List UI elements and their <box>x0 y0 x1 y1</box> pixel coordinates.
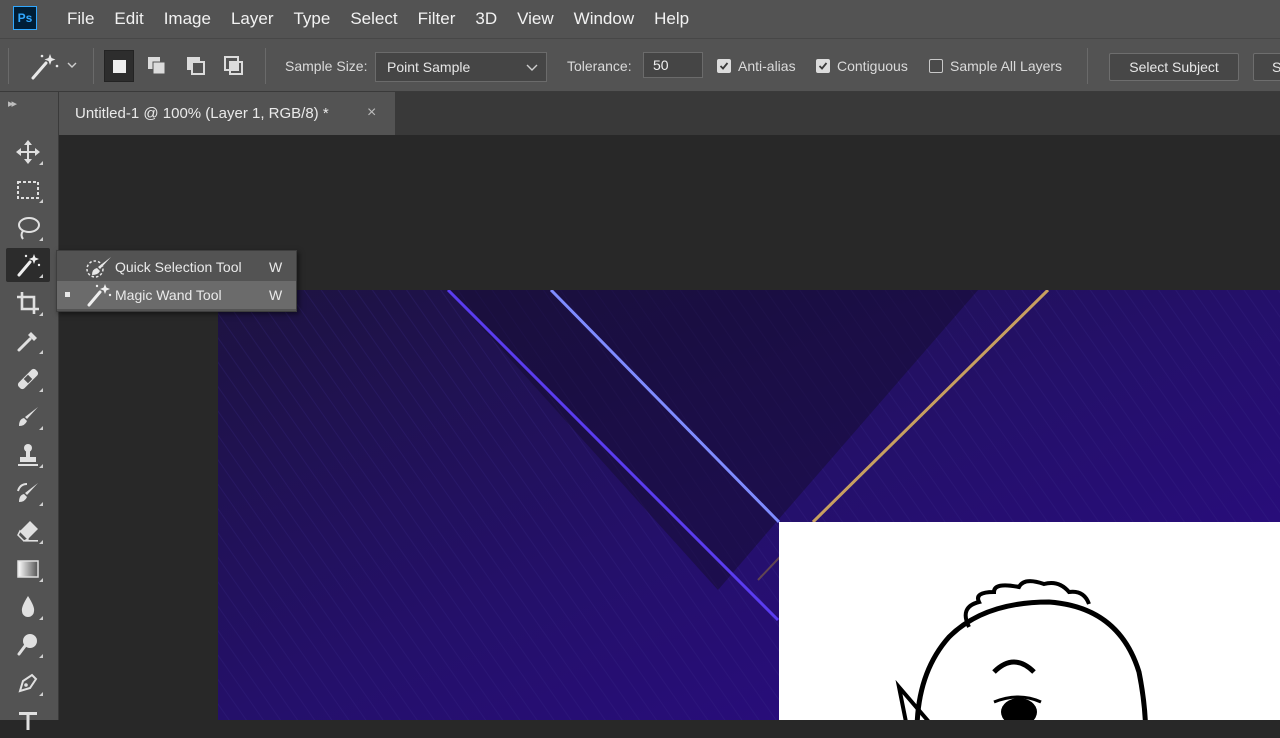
selected-bullet-icon <box>65 292 70 297</box>
tool-clone-stamp[interactable] <box>6 438 50 472</box>
eraser-icon <box>17 521 38 542</box>
menu-window[interactable]: Window <box>564 0 644 38</box>
magic-wand-icon <box>31 54 77 80</box>
anti-alias-checkbox[interactable] <box>717 59 731 73</box>
menu-edit[interactable]: Edit <box>104 0 153 38</box>
tool-history-brush[interactable] <box>6 476 50 510</box>
flyout-item-shortcut: W <box>269 287 283 303</box>
sample-size-value: Point Sample <box>387 59 471 75</box>
type-icon <box>19 712 37 730</box>
options-bar: Sample Size: Point Sample Tolerance: 50 … <box>0 38 1280 92</box>
checkmark-icon <box>818 62 828 70</box>
menu-bar: Ps File Edit Image Layer Type Select Fil… <box>0 0 1280 38</box>
tool-preset-picker[interactable] <box>28 51 82 81</box>
flyout-item-magic-wand[interactable]: Magic Wand Tool W <box>57 281 296 309</box>
brush-icon <box>19 407 38 426</box>
select-subject-button[interactable]: Select Subject <box>1109 53 1239 81</box>
magic-wand-icon <box>17 254 41 277</box>
character-artwork <box>779 522 1280 720</box>
menu-select[interactable]: Select <box>340 0 407 38</box>
photoshop-logo[interactable]: Ps <box>13 6 37 30</box>
pen-icon <box>18 673 38 693</box>
crop-icon <box>17 292 39 314</box>
tolerance-label: Tolerance: <box>567 58 632 74</box>
tool-flyout-menu: Quick Selection Tool W Magic Wand Tool W <box>56 250 297 312</box>
tool-lasso[interactable] <box>6 211 50 245</box>
menu-view[interactable]: View <box>507 0 564 38</box>
document-tab[interactable]: Untitled-1 @ 100% (Layer 1, RGB/8) * × <box>59 92 395 135</box>
tool-eyedropper[interactable] <box>6 324 50 358</box>
flyout-item-quick-selection[interactable]: Quick Selection Tool W <box>57 253 296 281</box>
menu-file[interactable]: File <box>57 0 104 38</box>
tool-pen[interactable] <box>6 666 50 700</box>
options-separator <box>93 48 94 84</box>
menu-filter[interactable]: Filter <box>408 0 466 38</box>
tool-type[interactable] <box>6 704 50 738</box>
contiguous-checkbox[interactable] <box>816 59 830 73</box>
sample-all-layers-checkbox[interactable] <box>929 59 943 73</box>
checkmark-icon <box>719 62 729 70</box>
workspace <box>59 135 1280 720</box>
tool-move[interactable] <box>6 135 50 169</box>
eyedropper-icon <box>17 332 37 352</box>
toolbar: ▸▸ <box>0 92 59 730</box>
menu-layer[interactable]: Layer <box>221 0 284 38</box>
tool-eraser[interactable] <box>6 514 50 548</box>
menu-image[interactable]: Image <box>154 0 221 38</box>
tool-blur[interactable] <box>6 590 50 624</box>
move-icon <box>16 140 40 164</box>
menu-help[interactable]: Help <box>644 0 699 38</box>
tool-gradient[interactable] <box>6 552 50 586</box>
document-tab-bar: Untitled-1 @ 100% (Layer 1, RGB/8) * × <box>59 92 1280 135</box>
add-to-selection-icon <box>148 57 166 75</box>
document-canvas[interactable] <box>218 290 1280 720</box>
character-sketch <box>895 579 1148 720</box>
subtract-from-selection-button[interactable] <box>181 50 211 82</box>
options-grip <box>8 48 9 84</box>
tool-crop[interactable] <box>6 286 50 320</box>
tool-dodge[interactable] <box>6 628 50 662</box>
intersect-selection-icon <box>224 56 243 75</box>
clone-stamp-icon <box>18 444 38 466</box>
quick-selection-icon <box>86 257 111 278</box>
add-to-selection-button[interactable] <box>142 50 172 82</box>
new-selection-icon <box>113 60 126 73</box>
menu-items: File Edit Image Layer Type Select Filter… <box>57 0 699 38</box>
select-and-mask-button[interactable]: S <box>1253 53 1280 81</box>
history-brush-icon <box>17 483 38 502</box>
blur-icon <box>21 596 35 617</box>
menu-type[interactable]: Type <box>283 0 340 38</box>
magic-wand-icon <box>87 284 112 307</box>
options-separator <box>265 48 266 84</box>
sample-all-layers-label[interactable]: Sample All Layers <box>950 39 1062 93</box>
options-separator <box>1087 48 1088 84</box>
tool-magic-wand[interactable] <box>6 248 50 282</box>
healing-brush-icon <box>17 368 39 390</box>
sample-size-select[interactable]: Point Sample <box>375 52 547 82</box>
rectangular-marquee-icon <box>17 181 39 199</box>
gradient-icon <box>17 560 39 578</box>
tool-rectangular-marquee[interactable] <box>6 173 50 207</box>
flyout-item-label: Quick Selection Tool <box>115 259 242 275</box>
menu-3d[interactable]: 3D <box>465 0 507 38</box>
contiguous-label[interactable]: Contiguous <box>837 39 908 93</box>
chevron-down-icon <box>526 64 538 71</box>
subtract-selection-icon <box>187 57 205 75</box>
intersect-selection-button[interactable] <box>219 50 249 82</box>
close-icon[interactable]: × <box>367 92 376 133</box>
document-tab-title: Untitled-1 @ 100% (Layer 1, RGB/8) * <box>75 105 329 122</box>
lasso-icon <box>18 217 40 240</box>
dodge-icon <box>17 634 37 656</box>
tolerance-input[interactable]: 50 <box>643 52 703 78</box>
new-selection-button[interactable] <box>104 50 134 82</box>
flyout-item-shortcut: W <box>269 259 283 275</box>
tool-brush[interactable] <box>6 400 50 434</box>
double-chevron-icon[interactable]: ▸▸ <box>8 97 17 110</box>
sample-size-label: Sample Size: <box>285 58 368 74</box>
tool-healing-brush[interactable] <box>6 362 50 396</box>
flyout-item-label: Magic Wand Tool <box>115 287 222 303</box>
anti-alias-label[interactable]: Anti-alias <box>738 39 796 93</box>
